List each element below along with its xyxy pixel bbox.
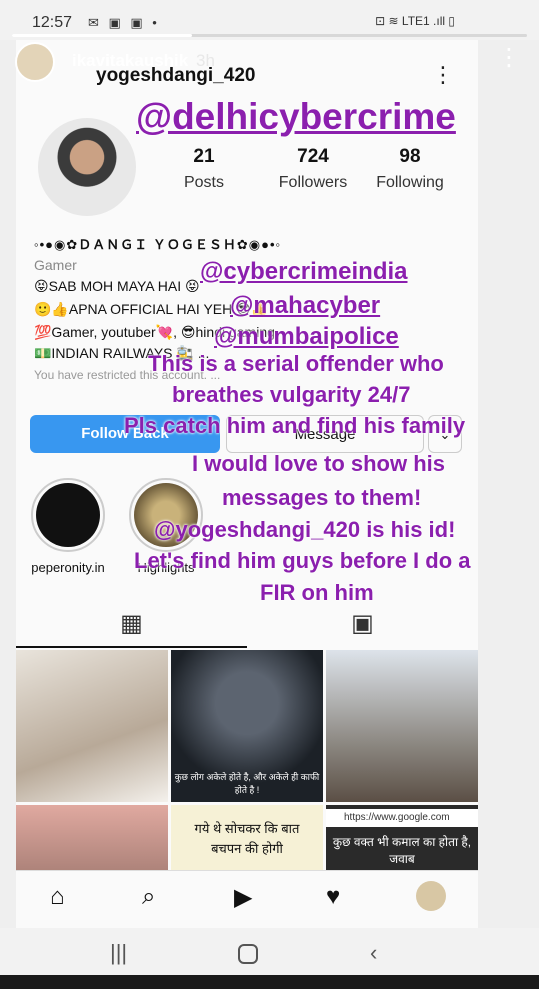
stat-followers-value: 724 [297,146,329,167]
post-caption: कुछ वक्त भी कमाल का होता है, जवाब [332,835,472,866]
stat-followers: 724 Followers [268,146,358,192]
more-options-icon: ⋮ [432,62,454,87]
post-caption: बचपन की होगी [211,841,283,856]
reels-icon: ▶ [234,884,253,911]
overlay-text: breathes vulgarity 24/7 [172,382,411,407]
category-label: Gamer [34,257,77,273]
overlay-text: Pls catch him and find his family [124,413,466,438]
profile-avatar [38,118,136,216]
post-thumbnail [16,650,168,802]
stat-following: 98 Following [370,146,450,192]
story-more-icon[interactable]: ⋮ [497,46,521,70]
mention-mumbaipolice[interactable]: @mumbaipolice [214,323,399,351]
stat-following-label: Following [376,174,444,191]
overlay-text: I would love to show his [192,451,446,476]
grid-tab-icon: ▦ [120,610,143,637]
stat-followers-label: Followers [278,174,348,191]
stat-posts-value: 21 [193,146,215,167]
browser-url: https://www.google.com [326,809,478,827]
tagged-tab-icon: ▣ [351,610,374,637]
story-progress [12,34,527,37]
highlight-ring [31,478,105,552]
story-author-username[interactable]: ikavitakaushik [72,51,188,71]
instagram-bottom-nav: ⌂ ⌕ ▶ ♥ [16,870,478,928]
highlight-label: peperonity.in [31,560,105,575]
home-icon: ⌂ [50,883,65,910]
story-timestamp: 3h [196,51,215,70]
back-icon[interactable]: ‹ [370,940,377,966]
stat-posts-label: Posts [183,174,224,191]
overlay-text: This is a serial offender who [148,351,444,376]
overlay-text: @yogeshdangi_420 is his id! [154,517,456,542]
story-progress-fill [12,34,193,37]
story-screen: 12:57 ✉ ▣ ▣ • ⊡ ≋ LTE1 .ıll ▯ yogeshdang… [0,0,539,989]
home-button-icon[interactable] [238,944,258,964]
post-caption: कुछ लोग अकेले होते है, और अकेले ही काफी … [174,772,320,795]
active-tab-indicator [16,646,247,648]
post-caption: गये थे सोचकर कि बात [194,821,300,836]
overlay-text: Let's find him guys before I do a [134,548,471,573]
story-author-avatar[interactable] [15,42,55,82]
overlay-text: messages to them! [222,485,422,510]
mention-cybercrimeindia[interactable]: @cybercrimeindia [200,258,408,286]
mention-delhicybercrime[interactable]: @delhicybercrime [136,96,456,138]
profile-tabs: ▦ ▣ [16,600,478,650]
notification-icons: ✉ ▣ ▣ • [88,15,160,30]
recent-apps-icon[interactable]: ||| [110,940,127,966]
stat-following-value: 98 [399,146,421,167]
profile-avatar-icon [416,881,446,911]
heart-icon: ♥ [326,883,341,910]
search-icon: ⌕ [142,883,156,910]
clock: 12:57 [32,14,73,31]
bio-line: 😝SAB MOH MAYA HAI 😝 [34,278,200,294]
mention-mahacyber[interactable]: @mahacyber [230,292,380,320]
bottom-edge [0,975,539,989]
display-name: ◦•●◉✿ＤＡＮＧＩ ＹＯＧＥＳＨ✿◉●•◦ [34,237,282,252]
stat-posts: 21 Posts [174,146,234,192]
highlight-peperonity: peperonity.in [28,478,108,575]
post-thumbnail [326,650,478,802]
signal-battery-icons: ⊡ ≋ LTE1 .ıll ▯ [375,14,455,28]
overlay-text: FIR on him [260,580,374,605]
post-thumbnail: कुछ लोग अकेले होते है, और अकेले ही काफी … [171,650,323,802]
